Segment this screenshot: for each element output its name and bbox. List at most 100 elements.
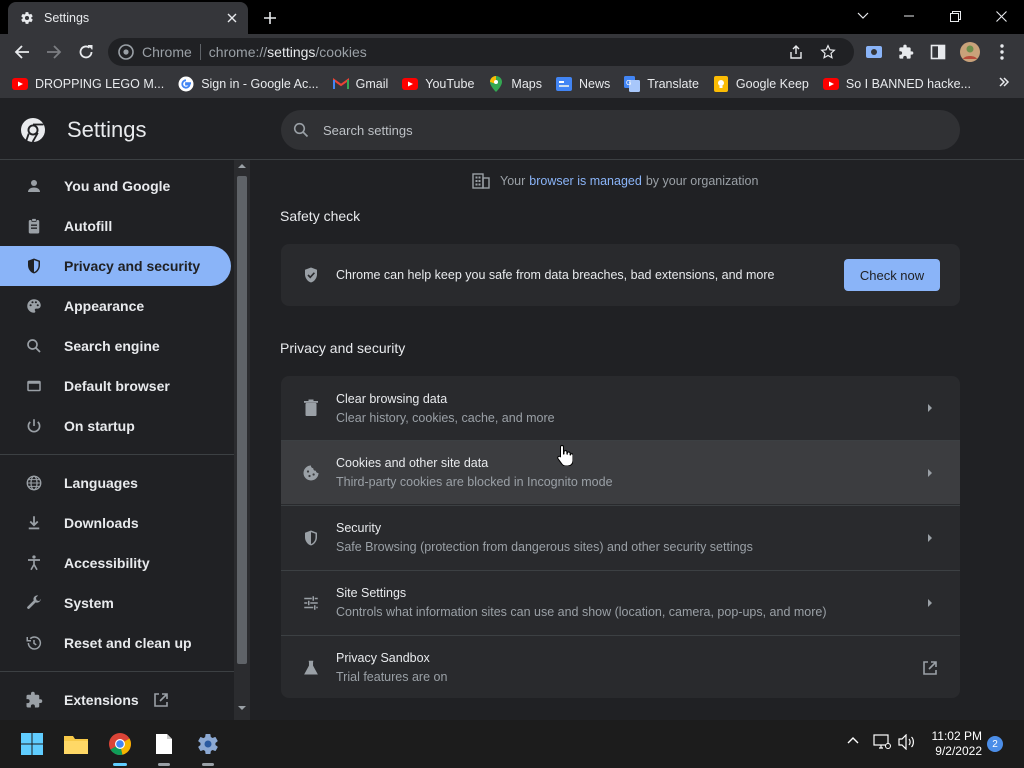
managed-prefix: Your <box>500 174 526 188</box>
tune-icon <box>301 593 321 613</box>
windows-start-icon[interactable] <box>16 728 48 760</box>
search-settings-input[interactable] <box>323 122 923 138</box>
chrome-logo-icon <box>20 117 46 143</box>
sidebar-item-downloads[interactable]: Downloads <box>0 503 231 543</box>
tab-search-icon[interactable] <box>840 2 886 30</box>
screen-cast-icon[interactable] <box>860 38 888 66</box>
gmail-icon <box>332 76 349 92</box>
bookmark-item[interactable]: DROPPING LEGO M... <box>12 76 164 92</box>
settings-gear-taskbar-icon[interactable] <box>192 728 224 766</box>
settings-header: Settings <box>0 98 1024 160</box>
bookmark-item[interactable]: G Translate <box>624 76 699 92</box>
url-scheme: chrome:// <box>208 44 268 60</box>
share-icon[interactable] <box>782 38 810 66</box>
sidebar-item-privacy-and-security[interactable]: Privacy and security <box>0 246 231 286</box>
clipboard-icon <box>24 216 44 236</box>
chrome-taskbar-icon[interactable] <box>104 728 136 766</box>
bookmark-item[interactable]: YouTube <box>402 76 474 92</box>
tab-title: Settings <box>44 11 90 25</box>
toolbar: Chrome chrome:// settings /cookies <box>0 34 1024 70</box>
row-title: Cookies and other site data <box>336 456 489 470</box>
sidebar-item-languages[interactable]: Languages <box>0 463 231 503</box>
youtube-icon <box>12 76 28 92</box>
tab-settings[interactable]: Settings <box>8 2 248 34</box>
extensions-puzzle-icon[interactable] <box>892 38 920 66</box>
bookmark-item[interactable]: Google Keep <box>713 76 809 92</box>
sidebar-item-system[interactable]: System <box>0 583 231 623</box>
sidebar-item-you-and-google[interactable]: You and Google <box>0 166 231 206</box>
managed-link[interactable]: browser is managed <box>529 174 642 188</box>
reload-button[interactable] <box>72 38 100 66</box>
menu-kebab-icon[interactable] <box>988 38 1016 66</box>
sidebar-scrollbar[interactable] <box>234 160 250 720</box>
google-icon <box>178 76 194 92</box>
bookmark-item[interactable]: Sign in - Google Ac... <box>178 76 319 92</box>
volume-icon[interactable] <box>898 734 916 750</box>
sidebar-item-search-engine[interactable]: Search engine <box>0 326 231 366</box>
search-settings-box[interactable] <box>281 110 960 150</box>
chevron-up-icon[interactable] <box>846 734 860 748</box>
sidebar-item-autofill[interactable]: Autofill <box>0 206 231 246</box>
hand-cursor-icon <box>557 444 573 466</box>
security-row[interactable]: Security Safe Browsing (protection from … <box>281 505 960 569</box>
profile-avatar[interactable] <box>956 38 984 66</box>
row-subtitle: Trial features are on <box>336 670 448 684</box>
file-explorer-icon[interactable] <box>60 728 92 760</box>
sidebar-item-label: Privacy and security <box>64 258 201 274</box>
sidebar-item-label: System <box>64 595 114 611</box>
bookmark-item[interactable]: So I BANNED hacke... <box>822 76 971 92</box>
restore-icon[interactable] <box>932 2 978 30</box>
close-window-icon[interactable] <box>978 2 1024 30</box>
scroll-up-arrow-icon[interactable] <box>237 162 247 170</box>
translate-icon: G <box>624 76 641 92</box>
bookmark-label: Translate <box>647 77 699 91</box>
forward-button[interactable] <box>40 38 68 66</box>
sidebar-item-accessibility[interactable]: Accessibility <box>0 543 231 583</box>
managed-notice: Your browser is managed by your organiza… <box>472 172 758 190</box>
cookie-icon <box>301 463 321 483</box>
minimize-icon[interactable] <box>886 2 932 30</box>
sidebar-item-on-startup[interactable]: On startup <box>0 406 231 446</box>
close-tab-icon[interactable] <box>220 6 244 30</box>
privacy-security-heading: Privacy and security <box>280 340 406 356</box>
site-settings-row[interactable]: Site Settings Controls what information … <box>281 570 960 634</box>
bookmark-item[interactable]: Maps <box>488 76 542 92</box>
keep-icon <box>713 76 729 92</box>
clear-browsing-data-row[interactable]: Clear browsing data Clear history, cooki… <box>281 376 960 440</box>
scroll-down-arrow-icon[interactable] <box>237 704 247 712</box>
bookmark-label: Gmail <box>355 77 389 91</box>
network-icon[interactable] <box>873 734 891 750</box>
notepad-icon[interactable] <box>148 728 180 766</box>
privacy-sandbox-row[interactable]: Privacy Sandbox Trial features are on <box>281 635 960 698</box>
chevron-double-right-icon[interactable] <box>998 76 1010 88</box>
check-now-button[interactable]: Check now <box>844 259 940 291</box>
bookmark-star-icon[interactable] <box>814 38 842 66</box>
new-tab-button[interactable] <box>258 6 282 30</box>
clock-time: 11:02 PM <box>931 729 982 743</box>
open-in-new-icon <box>153 692 169 708</box>
bookmark-item[interactable]: Gmail <box>332 76 389 92</box>
bookmark-item[interactable]: News <box>555 76 611 92</box>
person-icon <box>24 176 44 196</box>
open-app-indicator <box>158 763 170 766</box>
bookmark-label: DROPPING LEGO M... <box>35 77 165 91</box>
back-button[interactable] <box>8 38 36 66</box>
sidebar-item-appearance[interactable]: Appearance <box>0 286 231 326</box>
cookies-row[interactable]: Cookies and other site data Third-party … <box>281 440 960 504</box>
address-bar[interactable]: Chrome chrome:// settings /cookies <box>108 38 854 66</box>
system-clock[interactable]: 11:02 PM 9/2/2022 <box>928 729 982 759</box>
sidebar-divider <box>0 454 234 455</box>
sidebar-item-label: Accessibility <box>64 555 150 571</box>
sidebar-item-reset-and-clean-up[interactable]: Reset and clean up <box>0 623 231 663</box>
sidebar-item-extensions[interactable]: Extensions <box>0 680 231 720</box>
scrollbar-thumb[interactable] <box>237 176 247 664</box>
sidebar-item-label: Extensions <box>64 692 139 708</box>
side-panel-icon[interactable] <box>924 38 952 66</box>
row-subtitle: Controls what information sites can use … <box>336 605 827 619</box>
sidebar-item-default-browser[interactable]: Default browser <box>0 366 231 406</box>
open-in-new-icon <box>920 658 940 678</box>
globe-icon <box>24 473 44 493</box>
bookmark-label: News <box>578 77 611 91</box>
svg-text:G: G <box>626 80 631 87</box>
notification-count-badge[interactable]: 2 <box>987 736 1003 752</box>
